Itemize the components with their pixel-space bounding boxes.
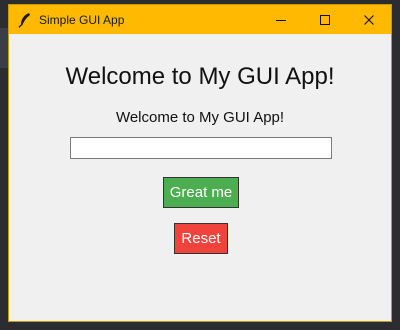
title-bar[interactable]: Simple GUI App [9,5,391,34]
greeting-label: Welcome to My GUI App! [115,109,285,126]
maximize-icon [320,14,330,25]
minimize-button[interactable] [259,5,303,34]
greet-button[interactable]: Great me [163,177,239,208]
maximize-button[interactable] [303,5,347,34]
page-title: Welcome to My GUI App! [65,63,335,90]
feather-icon [15,10,35,30]
app-window: Simple GUI App Welcome to My GUI App! We… [8,4,392,322]
window-title: Simple GUI App [39,12,125,27]
close-icon [364,14,374,25]
desktop-background: Simple GUI App Welcome to My GUI App! We… [0,0,400,330]
close-button[interactable] [347,5,391,34]
minimize-icon [276,19,286,21]
reset-button[interactable]: Reset [174,223,228,254]
window-controls [259,5,391,34]
name-input[interactable] [70,137,332,159]
window-content: Welcome to My GUI App! Welcome to My GUI… [9,34,391,321]
